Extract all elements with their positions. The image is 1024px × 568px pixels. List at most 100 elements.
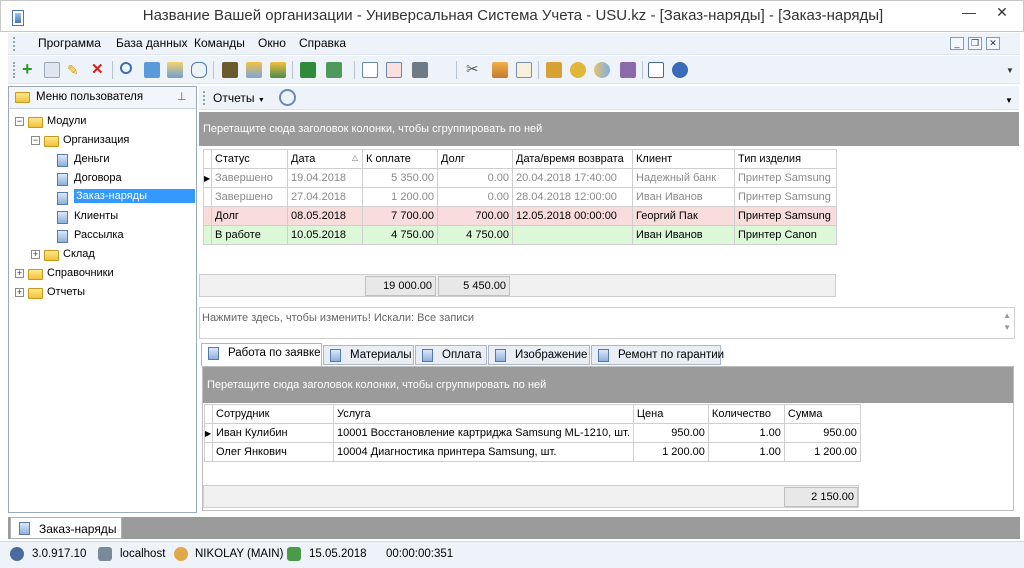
form-icon[interactable] — [516, 62, 532, 78]
cell-to-pay[interactable]: 1 200.00 — [362, 187, 438, 207]
search-icon[interactable] — [120, 62, 132, 74]
expand-icon[interactable]: + — [15, 269, 24, 278]
mdi-close-button[interactable]: ✕ — [986, 37, 1000, 50]
column-header-client[interactable]: Клиент — [632, 149, 735, 169]
tree-item[interactable]: − Организация — [9, 132, 195, 150]
reports-dropdown[interactable]: Отчеты ▼ — [213, 91, 265, 105]
print-icon[interactable] — [412, 62, 428, 78]
mdi-minimize-button[interactable]: _ — [950, 37, 964, 50]
refresh-icon[interactable] — [144, 62, 160, 78]
expand-icon[interactable]: + — [15, 288, 24, 297]
clock-icon[interactable] — [279, 89, 296, 106]
cell-item-type[interactable]: Принтер Samsung — [734, 187, 837, 207]
cell-return-datetime[interactable]: 20.04.2018 17:40:00 — [512, 168, 633, 188]
column-header-date[interactable]: Дата △ — [287, 149, 363, 169]
order-row[interactable]: Долг 08.05.2018 7 700.00 700.00 12.05.20… — [203, 206, 837, 226]
filter-clear-icon[interactable] — [270, 62, 286, 78]
menu-program[interactable]: Программа — [38, 36, 101, 50]
tree-item[interactable]: Заказ-наряды — [9, 189, 195, 207]
settings-icon[interactable] — [620, 62, 636, 78]
column-header-sum[interactable]: Сумма — [783, 404, 861, 424]
cell-price[interactable]: 1 200.00 — [632, 442, 709, 462]
cell-to-pay[interactable]: 4 750.00 — [362, 225, 438, 245]
cell-status[interactable]: Долг — [211, 206, 288, 226]
menu-help[interactable]: Справка — [299, 36, 346, 50]
cell-item-type[interactable]: Принтер Samsung — [734, 168, 837, 188]
tab-payment[interactable]: Оплата — [415, 345, 487, 365]
service-row[interactable]: ▶ Иван Кулибин 10001 Восстановление карт… — [204, 423, 861, 443]
tree-item[interactable]: + Справочники — [9, 265, 195, 283]
filter-icon[interactable] — [246, 62, 262, 78]
cell-quantity[interactable]: 1.00 — [707, 423, 785, 443]
column-header-employee[interactable]: Сотрудник — [212, 404, 334, 424]
cell-client[interactable]: Георгий Пак — [632, 206, 735, 226]
tab-warranty-repair[interactable]: Ремонт по гарантии — [591, 345, 724, 365]
tab-materials[interactable]: Материалы — [323, 345, 414, 365]
column-header-return-datetime[interactable]: Дата/время возврата — [512, 149, 633, 169]
export-icon[interactable] — [326, 62, 342, 78]
scroll-up-icon[interactable]: ▲ — [1003, 310, 1011, 322]
close-button[interactable]: ✕ — [986, 1, 1018, 23]
cell-date[interactable]: 08.05.2018 — [287, 206, 363, 226]
cell-service[interactable]: 10004 Диагностика принтера Samsung, шт. — [333, 442, 634, 462]
collapse-icon[interactable]: − — [15, 117, 24, 126]
cell-employee[interactable]: Иван Кулибин — [212, 423, 334, 443]
column-header-service[interactable]: Услуга — [333, 404, 634, 424]
cell-status[interactable]: Завершено — [211, 168, 288, 188]
tab-image[interactable]: Изображение — [488, 345, 590, 365]
order-row[interactable]: Завершено 27.04.2018 1 200.00 0.00 28.04… — [203, 187, 837, 207]
new-window-icon[interactable] — [362, 62, 378, 78]
info-icon[interactable] — [672, 62, 688, 78]
services-group-by-area[interactable]: Перетащите сюда заголовок колонки, чтобы… — [203, 367, 1013, 403]
key-icon[interactable] — [570, 62, 586, 78]
scroll-down-icon[interactable]: ▼ — [1003, 322, 1011, 334]
cell-debt[interactable]: 700.00 — [437, 206, 513, 226]
column-header-price[interactable]: Цена — [632, 404, 709, 424]
users-icon[interactable] — [594, 62, 610, 78]
cell-quantity[interactable]: 1.00 — [707, 442, 785, 462]
mdi-restore-button[interactable]: ❐ — [968, 37, 982, 50]
tree-item[interactable]: Деньги — [9, 151, 195, 169]
binoculars-icon[interactable] — [222, 62, 238, 78]
cell-date[interactable]: 27.04.2018 — [287, 187, 363, 207]
cell-client[interactable]: Иван Иванов — [632, 187, 735, 207]
cell-service[interactable]: 10001 Восстановление картриджа Samsung M… — [333, 423, 634, 443]
cell-sum[interactable]: 1 200.00 — [783, 442, 861, 462]
cell-employee[interactable]: Олег Янкович — [212, 442, 334, 462]
cell-item-type[interactable]: Принтер Samsung — [734, 206, 837, 226]
lock-icon[interactable] — [546, 62, 562, 78]
filter-scroll[interactable]: ▲ ▼ — [1003, 310, 1011, 334]
toolbar-overflow-icon[interactable]: ▼ — [1006, 66, 1014, 75]
cell-price[interactable]: 950.00 — [632, 423, 709, 443]
cell-to-pay[interactable]: 5 350.00 — [362, 168, 438, 188]
cell-return-datetime[interactable]: 12.05.2018 00:00:00 — [512, 206, 633, 226]
paint-icon[interactable] — [492, 62, 508, 78]
close-window-icon[interactable] — [386, 62, 402, 78]
column-header-status[interactable]: Статус — [211, 149, 288, 169]
order-row[interactable]: ▶ Завершено 19.04.2018 5 350.00 0.00 20.… — [203, 168, 837, 188]
service-row[interactable]: Олег Янкович 10004 Диагностика принтера … — [204, 442, 861, 462]
edit-icon[interactable]: ✎ — [67, 62, 83, 78]
column-header-item-type[interactable]: Тип изделия — [734, 149, 837, 169]
cell-client[interactable]: Надежный банк — [632, 168, 735, 188]
cell-return-datetime[interactable]: 28.04.2018 12:00:00 — [512, 187, 633, 207]
tree-item[interactable]: + Отчеты — [9, 284, 195, 302]
export-excel-icon[interactable] — [300, 62, 316, 78]
minimize-button[interactable]: — — [953, 1, 985, 23]
cell-debt[interactable]: 4 750.00 — [437, 225, 513, 245]
tree-item[interactable]: − Модули — [9, 113, 195, 131]
order-row[interactable]: В работе 10.05.2018 4 750.00 4 750.00 Ив… — [203, 225, 837, 245]
expand-icon[interactable]: + — [31, 250, 40, 259]
tree-item[interactable]: + Склад — [9, 246, 195, 264]
comment-icon[interactable] — [191, 62, 207, 78]
cell-client[interactable]: Иван Иванов — [632, 225, 735, 245]
delete-icon[interactable]: ✕ — [91, 62, 107, 78]
menu-window[interactable]: Окно — [258, 36, 286, 50]
doc-tab-orders[interactable]: Заказ-наряды — [10, 517, 122, 539]
pin-icon[interactable]: ⊥ — [177, 90, 187, 103]
column-header-to-pay[interactable]: К оплате — [362, 149, 438, 169]
copy-icon[interactable] — [44, 62, 60, 78]
filter-bar[interactable]: Нажмите здесь, чтобы изменить! Искали: В… — [199, 307, 1015, 339]
tree-item[interactable]: Договора — [9, 170, 195, 188]
menu-database[interactable]: База данных — [116, 36, 187, 50]
